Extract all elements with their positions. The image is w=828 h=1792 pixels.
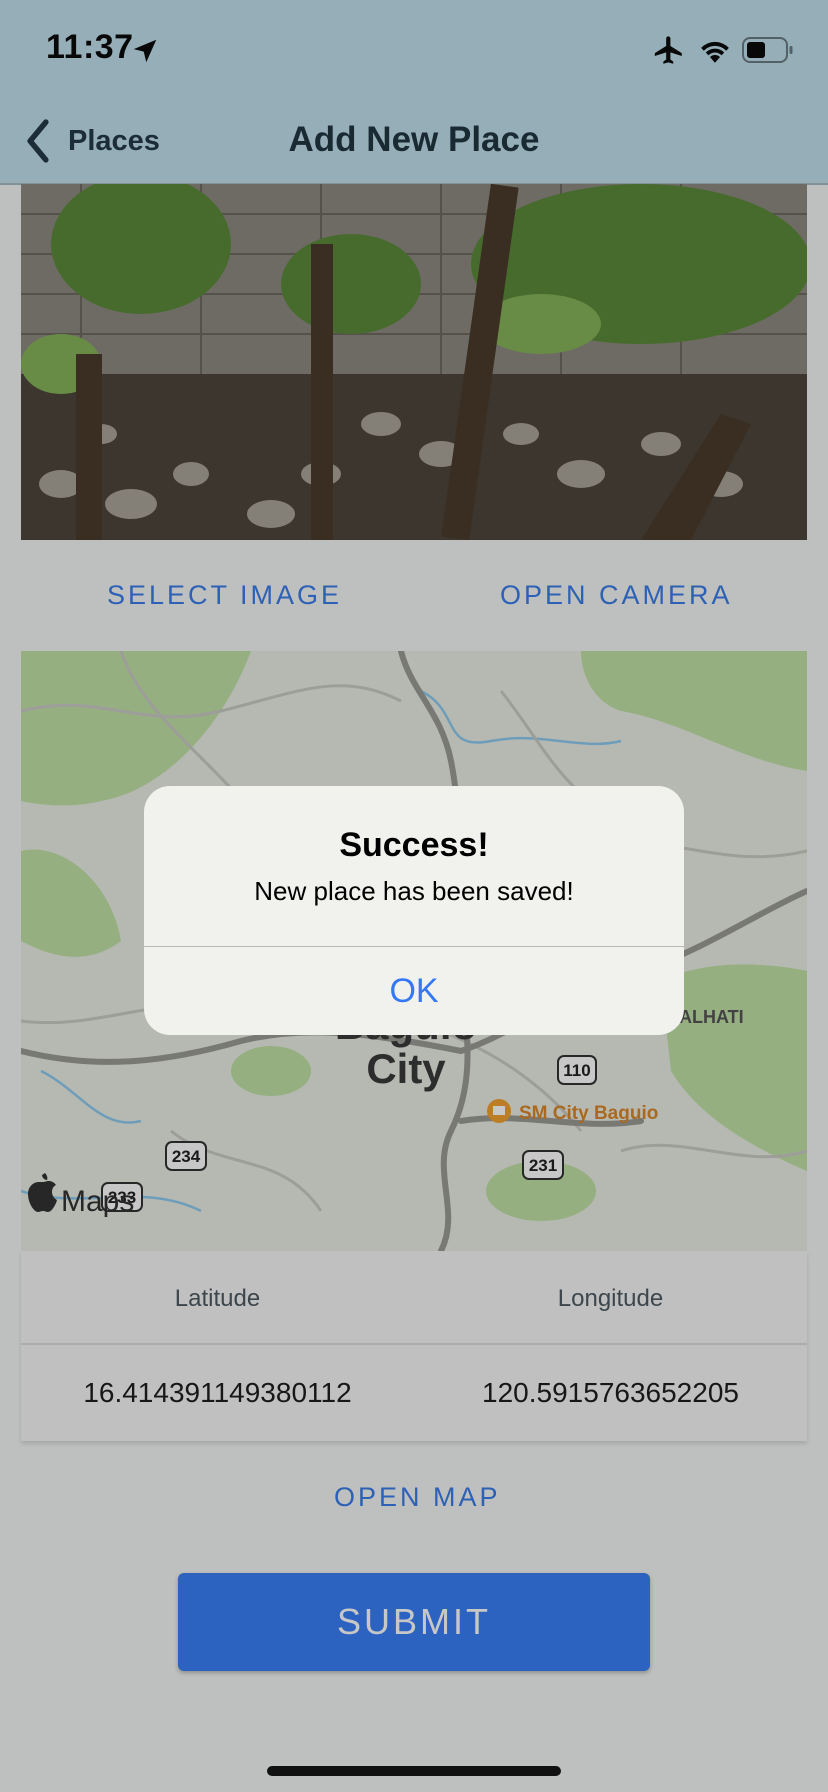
alert-title: Success! — [339, 826, 489, 864]
alert-ok-button[interactable]: OK — [144, 947, 684, 1035]
success-alert: Success! New place has been saved! OK — [144, 786, 684, 1035]
home-indicator[interactable] — [267, 1766, 561, 1776]
alert-message: New place has been saved! — [254, 876, 574, 906]
add-place-screen: 11:37 Places Add New Place SELECT IMAGE … — [0, 0, 828, 1792]
